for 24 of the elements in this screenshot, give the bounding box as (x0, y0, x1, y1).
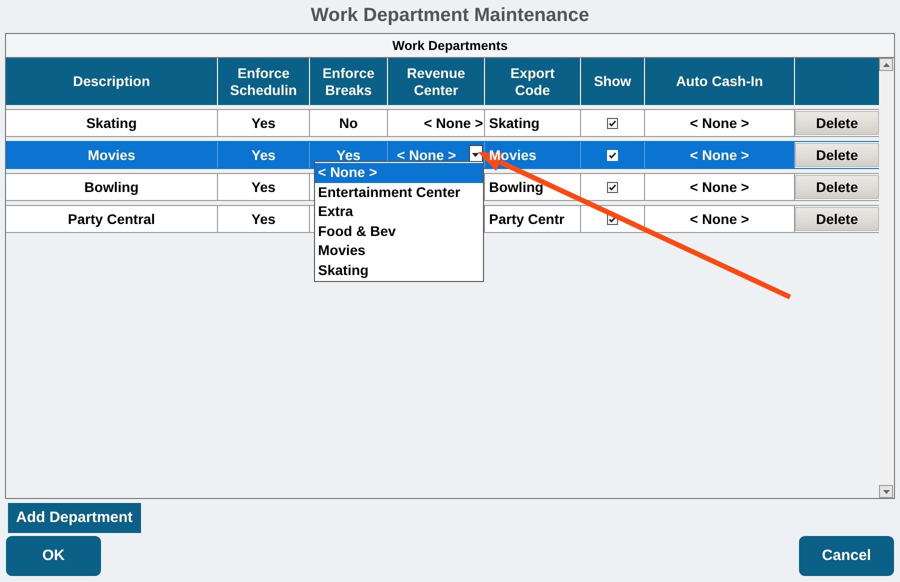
table-cell: Yes (218, 142, 310, 168)
table-cell-text: Party Centr (489, 210, 564, 229)
table-cell: Yes (218, 206, 310, 232)
table-cell-text: Skating (489, 114, 540, 133)
table-cell-text: Bowling (489, 178, 544, 197)
column-header: Enforce Schedulin (218, 58, 310, 105)
table-cell: Yes (218, 174, 310, 200)
column-header: Revenue Center (388, 58, 485, 105)
table-cell-text: Yes (336, 146, 361, 164)
table-cell: Party Central (6, 206, 218, 232)
column-header: Description (6, 58, 218, 105)
table-cell: Skating (6, 110, 218, 136)
column-header: Enforce Breaks (310, 58, 388, 105)
table-cell: Bowling (6, 174, 218, 200)
table-cell-text: < None > (396, 146, 456, 164)
panel-caption: Work Departments (392, 36, 508, 55)
table-cell: Yes (218, 110, 310, 136)
table-cell-text: < None > (424, 114, 483, 132)
table-cell-text: Movies (489, 146, 536, 164)
column-header: Export Code (485, 58, 581, 105)
table-cell-text: No (339, 114, 358, 132)
window-title: Work Department Maintenance (310, 4, 590, 28)
table-cell: Movies (6, 142, 218, 168)
column-header: Show (581, 58, 645, 105)
